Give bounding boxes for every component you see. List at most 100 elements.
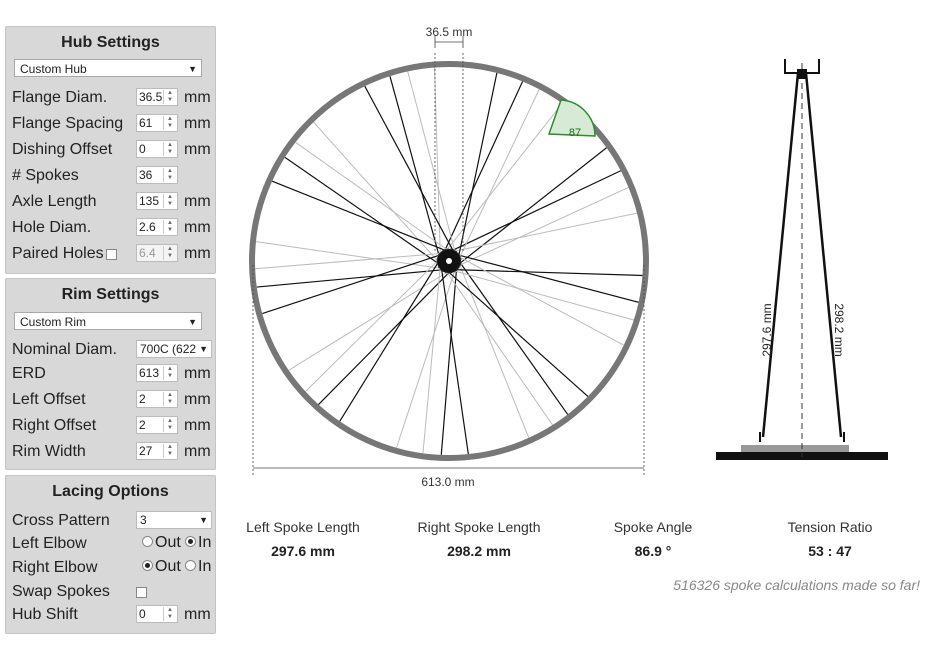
rim-settings-title: Rim Settings [61, 286, 160, 303]
left-offset-label: Left Offset [12, 391, 86, 408]
right-spoke-title: Right Spoke Length [417, 519, 541, 535]
flange-diam-label: Flange Diam. [12, 89, 108, 106]
spinner-icon[interactable]: ▲ ▼ [163, 220, 176, 234]
axle-length-label: Axle Length [12, 193, 97, 210]
chevron-down-icon: ▼ [188, 64, 197, 74]
paired-holes-input[interactable]: 6.4 ▲ ▼ [136, 244, 178, 262]
rim-width-input[interactable]: 27 ▲ ▼ [136, 442, 178, 460]
left-elbow-out-label: Out [155, 534, 181, 551]
flange-spacing-input[interactable]: 61 ▲ ▼ [136, 114, 178, 132]
left-spoke-result: Left Spoke Length 297.6 mm [228, 519, 378, 559]
unit-label: mm [184, 115, 211, 132]
right-elbow-in-label: In [198, 558, 212, 575]
left-elbow-out-radio[interactable] [142, 536, 153, 547]
spinner-icon[interactable]: ▲ ▼ [163, 392, 176, 406]
spinner-icon[interactable]: ▲ ▼ [163, 142, 176, 156]
unit-label: mm [184, 219, 211, 236]
unit-label: mm [184, 245, 211, 262]
nominal-diam-row: Nominal Diam. 700C (622 ▼ [12, 339, 212, 361]
tension-ratio-title: Tension Ratio [787, 519, 873, 535]
unit-label: mm [184, 606, 211, 623]
swap-spokes-label: Swap Spokes [12, 583, 110, 600]
hub-shift-label: Hub Shift [12, 606, 78, 623]
right-spoke-result: Right Spoke Length 298.2 mm [404, 519, 554, 559]
wheel-diagram: 87 36.5 mm 613.0 mm [249, 25, 649, 489]
left-side-spoke [761, 72, 800, 438]
right-elbow-in-radio[interactable] [185, 560, 196, 571]
rim-width-row: Rim Width 27 ▲ ▼ mm [12, 441, 212, 463]
right-spoke-line [295, 141, 450, 252]
rim-preset-value: Custom Rim [20, 315, 87, 329]
rim-width-label: Rim Width [12, 443, 86, 460]
right-side-spoke [804, 72, 843, 438]
chevron-down-icon: ▼ [188, 317, 197, 327]
cross-pattern-select[interactable]: 3 ▼ [136, 511, 212, 529]
spokes-input[interactable]: 36 ▲ ▼ [136, 166, 178, 184]
right-spoke-line [452, 212, 638, 253]
left-spoke-line [446, 270, 589, 397]
tension-ratio-result: Tension Ratio 53 : 47 [755, 519, 905, 559]
lacing-options-panel: Lacing Options Cross Pattern 3 ▼ Left El… [5, 475, 216, 634]
flange-diam-input[interactable]: 36.5 ▲ ▼ [136, 88, 178, 106]
swap-spokes-checkbox[interactable] [136, 587, 147, 598]
hub-preset-select[interactable]: Custom Hub ▼ [14, 59, 202, 77]
paired-holes-checkbox[interactable] [106, 249, 117, 260]
right-spoke-line [305, 258, 440, 392]
dishing-offset-label: Dishing Offset [12, 141, 113, 158]
erd-dim-label: 613.0 mm [421, 475, 474, 489]
left-spoke-line [443, 81, 524, 253]
right-elbow-row: Right Elbow Out In [12, 557, 212, 579]
spinner-icon[interactable]: ▲ ▼ [163, 418, 176, 432]
left-spoke-line [389, 76, 441, 258]
hole-diam-row: Hole Diam. 2.6 ▲ ▼ mm [12, 217, 212, 239]
right-spoke-line [313, 121, 440, 264]
right-spoke-line [457, 186, 629, 267]
left-offset-input[interactable]: 2 ▲ ▼ [136, 390, 178, 408]
spinner-icon[interactable]: ▲ ▼ [163, 168, 176, 182]
flange-diam-row: Flange Diam. 36.5 ▲ ▼ mm [12, 87, 212, 109]
unit-label: mm [184, 141, 211, 158]
flange-spacing-label: Flange Spacing [12, 115, 124, 132]
calculations-counter: 516326 spoke calculations made so far! [673, 577, 920, 593]
dishing-offset-input[interactable]: 0 ▲ ▼ [136, 140, 178, 158]
left-offset-row: Left Offset 2 ▲ ▼ mm [12, 389, 212, 411]
left-spoke-value: 297.6 mm [271, 543, 335, 559]
axle-length-input[interactable]: 135 ▲ ▼ [136, 192, 178, 210]
chevron-down-icon: ▼ [197, 341, 208, 357]
rim-preset-select[interactable]: Custom Rim ▼ [14, 312, 202, 330]
hub-shift-input[interactable]: 0 ▲ ▼ [136, 605, 178, 623]
erd-input[interactable]: 613 ▲ ▼ [136, 364, 178, 382]
lacing-options-title: Lacing Options [52, 483, 169, 500]
spoke-angle-result: Spoke Angle 86.9 ° [578, 519, 728, 559]
left-elbow-in-radio[interactable] [185, 536, 196, 547]
spoke-angle-label: 87 [569, 127, 581, 139]
unit-label: mm [184, 365, 211, 382]
erd-row: ERD 613 ▲ ▼ mm [12, 363, 212, 385]
hole-diam-label: Hole Diam. [12, 219, 92, 236]
spinner-icon[interactable]: ▲ ▼ [163, 366, 176, 380]
spinner-icon[interactable]: ▲ ▼ [163, 607, 176, 621]
spinner-icon[interactable]: ▲ ▼ [163, 90, 176, 104]
hole-diam-input[interactable]: 2.6 ▲ ▼ [136, 218, 178, 236]
right-elbow-out-label: Out [155, 558, 181, 575]
nominal-diam-select[interactable]: 700C (622 ▼ [136, 340, 212, 358]
left-elbow-row: Left Elbow Out In [12, 533, 212, 555]
spinner-icon[interactable]: ▲ ▼ [163, 194, 176, 208]
spinner-icon[interactable]: ▲ ▼ [163, 246, 176, 260]
right-spoke-line [457, 255, 625, 346]
rim-settings-panel: Rim Settings Custom Rim ▼ Nominal Diam. … [5, 278, 216, 470]
left-spoke-line [458, 147, 607, 265]
spoke-angle-value: 86.9 ° [634, 543, 672, 559]
axle-length-row: Axle Length 135 ▲ ▼ mm [12, 191, 212, 213]
left-elbow-label: Left Elbow [12, 535, 87, 552]
cross-pattern-label: Cross Pattern [12, 512, 110, 529]
spinner-icon[interactable]: ▲ ▼ [163, 116, 176, 130]
left-spoke-line [453, 269, 643, 277]
dishing-offset-row: Dishing Offset 0 ▲ ▼ mm [12, 139, 212, 161]
right-offset-row: Right Offset 2 ▲ ▼ mm [12, 415, 212, 437]
left-spoke-title: Left Spoke Length [246, 519, 360, 535]
right-elbow-out-radio[interactable] [142, 560, 153, 571]
right-offset-input[interactable]: 2 ▲ ▼ [136, 416, 178, 434]
spinner-icon[interactable]: ▲ ▼ [163, 444, 176, 458]
spoke-angle-title: Spoke Angle [613, 519, 693, 535]
